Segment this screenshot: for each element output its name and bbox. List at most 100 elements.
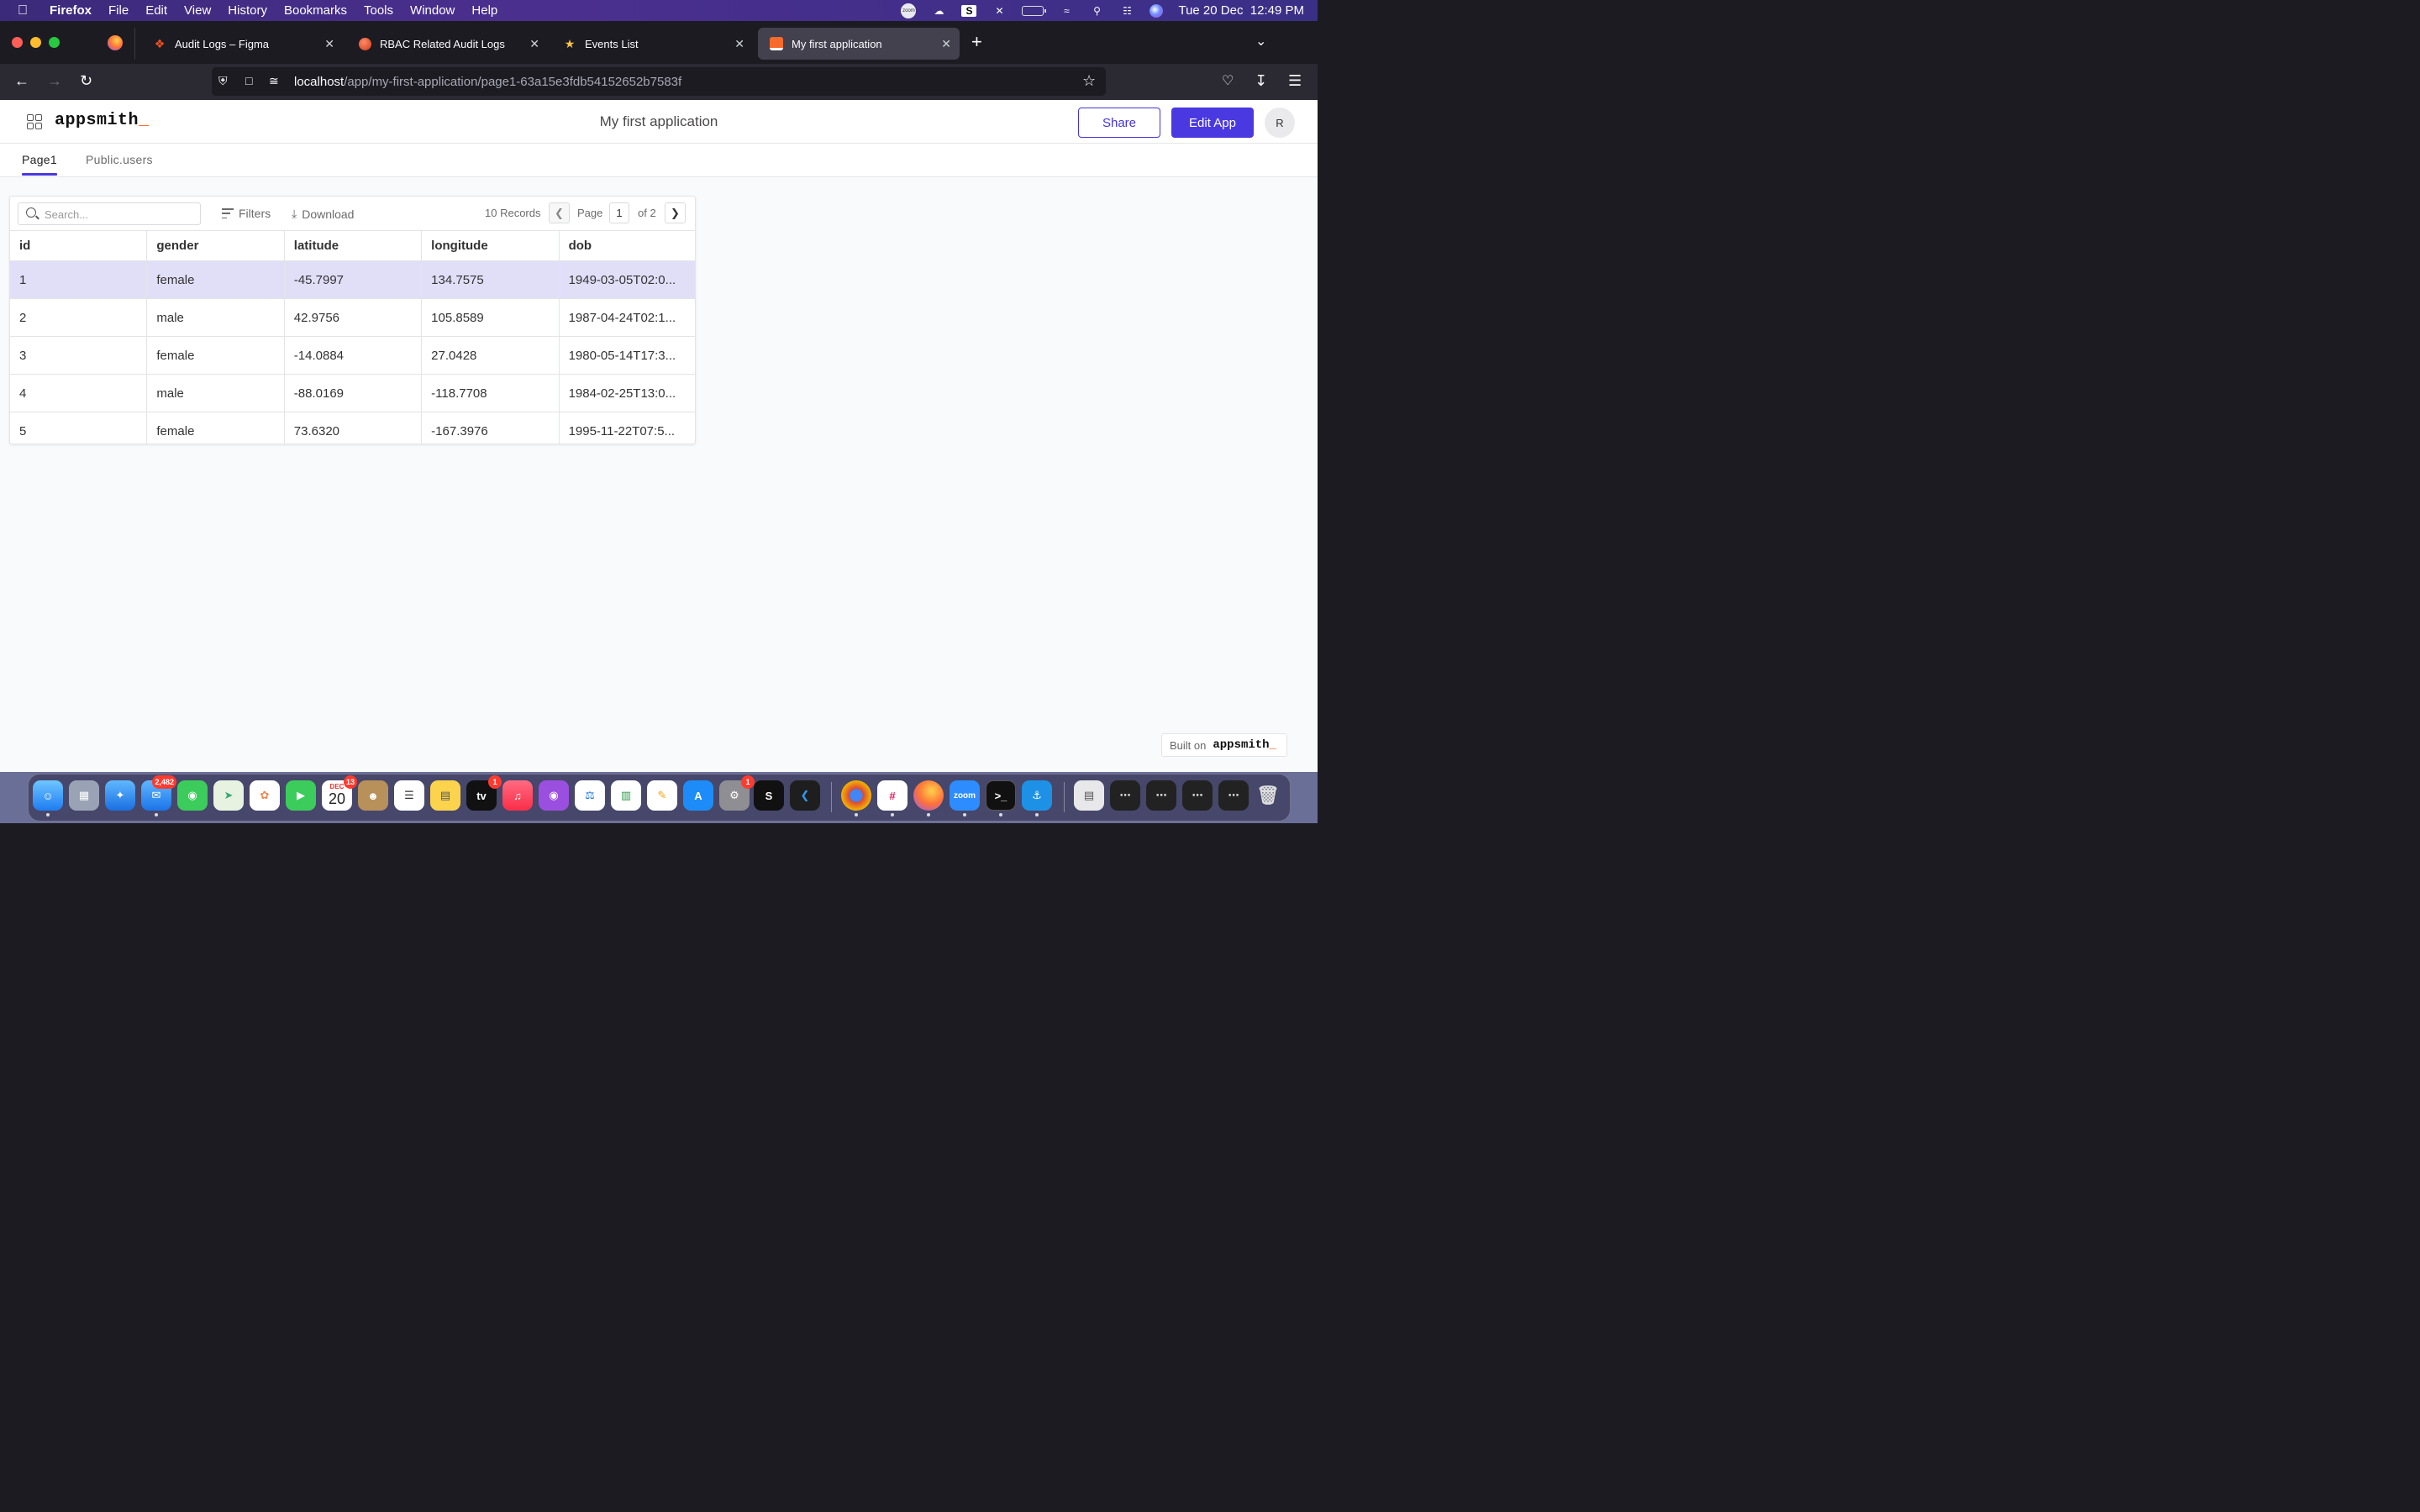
minimized-window-3-icon[interactable]: ⋯ (1182, 780, 1213, 811)
column-header-latitude[interactable]: latitude (285, 231, 423, 260)
menu-history[interactable]: History (228, 3, 267, 18)
messages-icon[interactable]: ◉ (177, 780, 208, 811)
tab-audit-logs-figma[interactable]: ❖ Audit Logs – Figma ✕ (141, 28, 343, 60)
calendar-icon[interactable]: DEC 20 13 (322, 775, 357, 811)
zoom-icon[interactable]: zoom (950, 780, 980, 811)
menu-help[interactable]: Help (471, 3, 497, 18)
table-cell-dob[interactable]: 1980-05-14T17:3... (560, 337, 695, 374)
column-header-dob[interactable]: dob (560, 231, 695, 260)
tab-page1[interactable]: Page1 (22, 153, 57, 176)
table-cell-gender[interactable]: female (147, 337, 285, 374)
app-store-icon[interactable]: A (683, 780, 713, 811)
numbers-icon[interactable]: ▥ (611, 780, 641, 811)
tab-close-icon[interactable]: ✕ (941, 37, 951, 51)
tab-rbac-audit-logs[interactable]: RBAC Related Audit Logs ✕ (346, 28, 548, 60)
firefox-view-icon[interactable] (108, 35, 123, 50)
tab-my-first-application[interactable]: My first application ✕ (758, 28, 960, 60)
terminal-icon[interactable]: >_ (986, 780, 1016, 811)
scrivener-icon[interactable]: S (961, 4, 977, 17)
table-row[interactable]: 3 female -14.0884 27.0428 1980-05-14T17:3... (10, 337, 695, 375)
vscode-icon[interactable]: ❮ (790, 780, 820, 811)
table-cell-id[interactable]: 2 (10, 299, 148, 336)
chevron-down-icon[interactable]: ⌄ (1255, 33, 1266, 50)
tab-events-list[interactable]: ★ Events List ✕ (551, 28, 753, 60)
table-cell-id[interactable]: 4 (10, 375, 148, 412)
tab-close-icon[interactable]: ✕ (734, 37, 744, 51)
table-cell-gender[interactable]: male (147, 375, 285, 412)
pocket-icon[interactable]: ♡ (1222, 72, 1234, 89)
forward-arrow-icon[interactable]: → (47, 72, 62, 90)
table-cell-dob[interactable]: 1984-02-25T13:0... (560, 375, 695, 412)
tab-public-users[interactable]: Public.users (86, 153, 153, 166)
window-zoom-button[interactable] (49, 37, 60, 48)
table-cell-latitude[interactable]: 42.9756 (285, 299, 423, 336)
menu-app-name[interactable]: Firefox (50, 3, 92, 18)
table-cell-longitude[interactable]: 105.8589 (422, 299, 560, 336)
window-close-button[interactable] (12, 37, 23, 48)
tab-close-icon[interactable]: ✕ (324, 37, 334, 51)
menu-window[interactable]: Window (410, 3, 455, 18)
chrome-icon[interactable] (841, 780, 871, 811)
built-on-badge[interactable]: Built on appsmith_ (1161, 733, 1287, 757)
page-number-input[interactable]: 1 (609, 202, 629, 223)
table-row[interactable]: 1 female -45.7997 134.7575 1949-03-05T02:0..… (10, 261, 695, 299)
music-icon[interactable]: ♫ (502, 780, 533, 811)
table-cell-longitude[interactable]: 27.0428 (422, 337, 560, 374)
menu-bookmarks[interactable]: Bookmarks (284, 3, 347, 18)
table-cell-gender[interactable]: female (147, 261, 285, 298)
weather-icon[interactable]: ☁ (931, 5, 946, 17)
hamburger-menu-icon[interactable]: ☰ (1288, 72, 1302, 90)
contacts-icon[interactable]: ☻ (358, 780, 388, 811)
url-bar[interactable]: ⛨ □ ≅ localhost/app/my-first-application… (212, 67, 1106, 96)
next-page-button[interactable]: ❯ (665, 202, 686, 223)
filters-button[interactable]: Filters (222, 207, 271, 220)
slack-icon[interactable]: # (877, 780, 908, 811)
column-header-id[interactable]: id (10, 231, 148, 260)
launchpad-icon[interactable]: ▦ (69, 780, 99, 811)
table-cell-dob[interactable]: 1987-04-24T02:1... (560, 299, 695, 336)
search-input[interactable]: Search... (18, 202, 201, 225)
apple-tv-icon[interactable]: tv 1 (466, 775, 502, 811)
minimized-window-4-icon[interactable]: ⋯ (1218, 780, 1249, 811)
scrivener-dock-icon[interactable]: S (754, 780, 784, 811)
document-icon[interactable]: ▤ (1074, 780, 1104, 811)
menu-file[interactable]: File (108, 3, 129, 18)
column-header-longitude[interactable]: longitude (422, 231, 560, 260)
page-info-icon[interactable]: □ (245, 74, 252, 87)
back-arrow-icon[interactable]: ← (14, 72, 29, 90)
notes-icon[interactable]: ▤ (430, 780, 460, 811)
table-cell-latitude[interactable]: -88.0169 (285, 375, 423, 412)
window-minimize-button[interactable] (30, 37, 41, 48)
firefox-dock-icon[interactable] (913, 780, 944, 811)
menu-clock[interactable]: Tue 20 Dec 12:49 PM (1178, 3, 1304, 18)
spotlight-search-icon[interactable]: ⚲ (1089, 5, 1104, 17)
avatar[interactable]: R (1265, 108, 1295, 138)
table-cell-latitude[interactable]: -45.7997 (285, 261, 423, 298)
share-button[interactable]: Share (1078, 108, 1160, 138)
table-row[interactable]: 4 male -88.0169 -118.7708 1984-02-25T13:0... (10, 375, 695, 412)
table-cell-id[interactable]: 1 (10, 261, 148, 298)
previous-page-button[interactable]: ❮ (549, 202, 570, 223)
bluetooth-icon[interactable]: ✕ (992, 5, 1007, 17)
system-preferences-icon[interactable]: ⚙ 1 (719, 775, 755, 811)
docker-icon[interactable]: ⚓ (1022, 780, 1052, 811)
table-row[interactable]: 2 male 42.9756 105.8589 1987-04-24T02:1... (10, 299, 695, 337)
table-cell-dob[interactable]: 1949-03-05T02:0... (560, 261, 695, 298)
reminders-icon[interactable]: ☰ (394, 780, 424, 811)
minimized-window-1-icon[interactable]: ⋯ (1110, 780, 1140, 811)
siri-icon[interactable] (1150, 3, 1164, 18)
table-cell-id[interactable]: 5 (10, 412, 148, 444)
table-cell-latitude[interactable]: -14.0884 (285, 337, 423, 374)
minimized-window-2-icon[interactable]: ⋯ (1146, 780, 1176, 811)
battery-icon[interactable] (1022, 5, 1047, 16)
photos-icon[interactable]: ✿ (250, 780, 280, 811)
menu-view[interactable]: View (184, 3, 211, 18)
bookmark-star-icon[interactable]: ☆ (1082, 72, 1096, 90)
menu-edit[interactable]: Edit (145, 3, 167, 18)
table-cell-gender[interactable]: male (147, 299, 285, 336)
menu-tools[interactable]: Tools (364, 3, 393, 18)
new-tab-plus-icon[interactable]: + (971, 33, 982, 51)
table-cell-id[interactable]: 3 (10, 337, 148, 374)
table-cell-latitude[interactable]: 73.6320 (285, 412, 423, 444)
keynote-icon[interactable]: ⚖ (575, 780, 605, 811)
